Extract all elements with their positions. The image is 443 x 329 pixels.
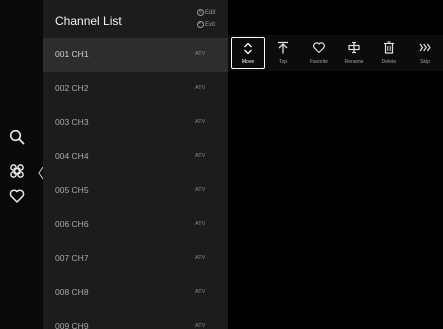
channel-row[interactable]: 003 CH3 ATV — [43, 106, 228, 140]
delete-icon — [383, 41, 396, 54]
channel-name: 006 CH6 — [55, 219, 89, 229]
channel-row[interactable]: 004 CH4 ATV — [43, 140, 228, 174]
channel-list: 001 CH1 ATV 002 CH2 ATV 003 CH3 ATV 004 … — [43, 38, 228, 329]
channel-name: 008 CH8 — [55, 287, 89, 297]
channel-row[interactable]: 008 CH8 ATV — [43, 276, 228, 310]
channel-type: ATV — [195, 51, 206, 57]
channel-name: 003 CH3 — [55, 117, 89, 127]
channel-name: 004 CH4 — [55, 151, 89, 161]
delete-button[interactable]: Delete — [372, 37, 406, 69]
rename-button[interactable]: Rename — [337, 37, 371, 69]
channel-type: ATV — [195, 119, 206, 125]
channel-name: 005 CH5 — [55, 185, 89, 195]
heart-icon[interactable] — [8, 187, 26, 205]
sidebar-rail — [0, 0, 44, 329]
channel-name: 009 CH9 — [55, 321, 89, 329]
favorite-button[interactable]: Favorite — [302, 37, 336, 69]
back-circle-icon: ↶ — [197, 21, 204, 28]
channel-row[interactable]: 005 CH5 ATV — [43, 174, 228, 208]
rename-label: Rename — [344, 59, 364, 65]
channel-row[interactable]: 009 CH9 ATV — [43, 310, 228, 329]
channel-type: ATV — [195, 323, 206, 329]
channel-type: ATV — [195, 289, 206, 295]
skip-button[interactable]: Skip — [408, 37, 442, 69]
move-label: Move — [241, 59, 255, 65]
panel-header: Channel List ≡ Edit ↶ Exit — [43, 0, 228, 38]
top-icon — [277, 41, 290, 54]
channel-type: ATV — [195, 85, 206, 91]
channel-type: ATV — [195, 221, 206, 227]
page-title: Channel List — [55, 14, 122, 28]
exit-hint[interactable]: ↶ Exit — [197, 21, 215, 28]
channel-action-toolbar: Move Top Favorite Rename Delete Skip — [228, 35, 443, 71]
skip-icon — [419, 41, 432, 54]
favorite-icon — [313, 41, 326, 54]
move-icon — [242, 42, 255, 55]
channel-name: 007 CH7 — [55, 253, 89, 263]
move-button[interactable]: Move — [231, 37, 265, 69]
edit-hint[interactable]: ≡ Edit — [197, 9, 215, 16]
skip-label: Skip — [420, 59, 430, 65]
channel-row[interactable]: 002 CH2 ATV — [43, 72, 228, 106]
menu-circle-icon: ≡ — [197, 9, 204, 16]
edit-hint-label: Edit — [205, 9, 216, 16]
rename-icon — [348, 41, 361, 54]
channel-list-screen: Channel List ≡ Edit ↶ Exit 001 CH1 ATV 0… — [0, 0, 443, 329]
apps-icon[interactable] — [8, 162, 26, 180]
channel-name: 002 CH2 — [55, 83, 89, 93]
channel-name: 001 CH1 — [55, 49, 89, 59]
delete-label: Delete — [381, 59, 397, 65]
favorite-label: Favorite — [309, 59, 329, 65]
channel-type: ATV — [195, 153, 206, 159]
channel-list-panel: Channel List ≡ Edit ↶ Exit 001 CH1 ATV 0… — [43, 0, 228, 329]
channel-type: ATV — [195, 187, 206, 193]
channel-type: ATV — [195, 255, 206, 261]
channel-row[interactable]: 007 CH7 ATV — [43, 242, 228, 276]
channel-row[interactable]: 006 CH6 ATV — [43, 208, 228, 242]
exit-hint-label: Exit — [205, 21, 216, 28]
channel-row[interactable]: 001 CH1 ATV — [43, 38, 228, 72]
search-icon[interactable] — [8, 128, 26, 146]
top-button[interactable]: Top — [266, 37, 300, 69]
top-label: Top — [278, 59, 288, 65]
